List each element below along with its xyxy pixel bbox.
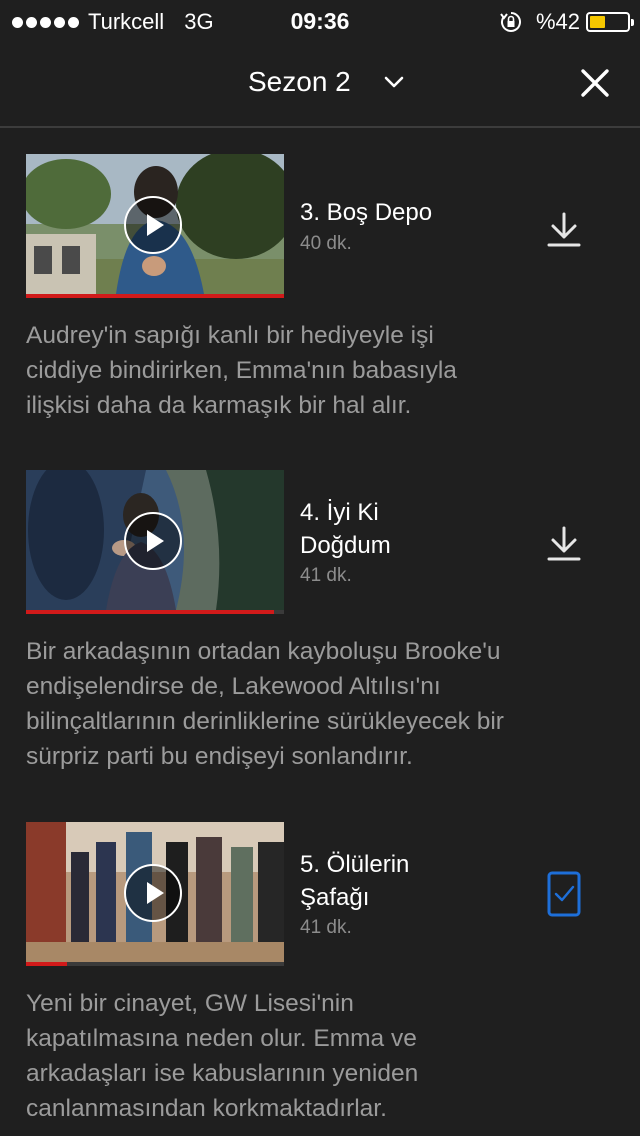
episode-description: Audrey'in sapığı kanlı bir hediyeyle işi… xyxy=(26,322,457,419)
watch-progress-fill xyxy=(26,962,68,966)
play-icon xyxy=(147,214,164,236)
close-button[interactable] xyxy=(580,68,610,98)
chevron-down-icon xyxy=(383,75,405,89)
watch-progress-fill xyxy=(26,294,284,298)
battery-percent: %42 xyxy=(535,9,580,34)
play-icon xyxy=(147,530,164,552)
season-header: Sezon 2 xyxy=(0,40,640,128)
downloaded-button[interactable] xyxy=(546,870,582,918)
close-icon xyxy=(581,69,609,97)
watch-progress-fill xyxy=(26,610,274,614)
episode-title: 4. İyi Ki Doğdum xyxy=(300,499,391,559)
downloaded-phone-icon xyxy=(547,871,581,917)
watch-progress-bar xyxy=(26,294,284,298)
episode-title: 3. Boş Depo xyxy=(300,199,433,226)
download-button[interactable] xyxy=(544,524,584,564)
watch-progress-bar xyxy=(26,610,284,614)
download-icon xyxy=(547,526,581,561)
episode-thumbnail[interactable] xyxy=(26,154,284,298)
download-button[interactable] xyxy=(544,210,584,250)
episode-thumbnail[interactable] xyxy=(26,470,284,614)
watch-progress-bar xyxy=(26,962,284,966)
play-icon xyxy=(147,882,164,904)
rotation-lock-icon xyxy=(500,11,522,33)
battery-fill xyxy=(590,16,606,28)
episode-title: 5. Ölülerin Şafağı xyxy=(300,851,410,911)
play-button[interactable] xyxy=(124,512,182,570)
season-title: Sezon 2 xyxy=(248,66,351,97)
battery-icon xyxy=(586,12,634,32)
season-selector[interactable]: Sezon 2 xyxy=(248,66,405,98)
download-icon xyxy=(547,212,581,247)
status-bar: Turkcell 3G 09:36 %42 xyxy=(0,0,640,40)
play-button[interactable] xyxy=(124,864,182,922)
episode-description: Yeni bir cinayet, GW Lisesi'nin kapatılm… xyxy=(26,990,419,1122)
episode-duration: 40 dk. xyxy=(300,233,352,254)
episode-description: Bir arkadaşının ortadan kayboluşu Brooke… xyxy=(26,638,504,770)
episode-thumbnail[interactable] xyxy=(26,822,284,966)
episode-duration: 41 dk. xyxy=(300,565,352,586)
play-button[interactable] xyxy=(124,196,182,254)
status-right: %42 xyxy=(500,9,634,35)
episode-duration: 41 dk. xyxy=(300,917,352,938)
